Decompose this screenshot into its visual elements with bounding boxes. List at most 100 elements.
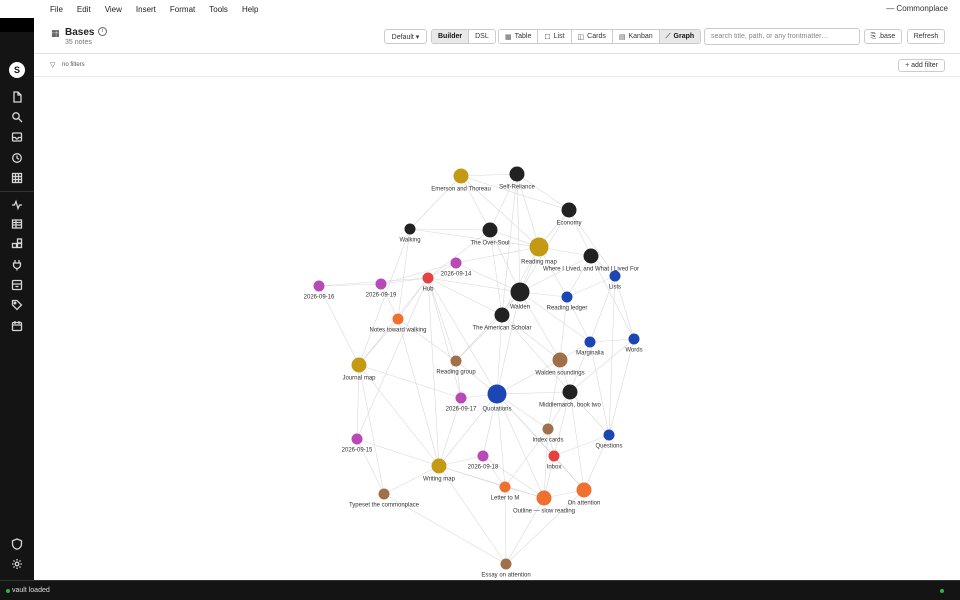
node-dot[interactable] <box>375 278 387 290</box>
node-dot[interactable] <box>529 237 549 257</box>
node-dot[interactable] <box>583 248 599 264</box>
base-file-button[interactable]: ⎘ .base <box>864 29 902 44</box>
plug-icon[interactable] <box>11 258 23 271</box>
graph-node-questions[interactable]: Questions <box>595 429 623 450</box>
node-dot[interactable] <box>609 270 621 282</box>
inbox-icon[interactable] <box>11 130 23 142</box>
node-dot[interactable] <box>450 257 462 269</box>
menu-file[interactable]: File <box>50 5 63 14</box>
plugins-icon[interactable] <box>11 237 23 249</box>
node-dot[interactable] <box>510 282 530 302</box>
refresh-button[interactable]: Refresh <box>907 29 945 44</box>
settings-icon[interactable] <box>11 557 23 569</box>
node-dot[interactable] <box>313 280 325 292</box>
node-dot[interactable] <box>378 488 390 500</box>
info-icon[interactable]: i <box>98 27 107 36</box>
node-dot[interactable] <box>477 450 489 462</box>
avatar[interactable]: S <box>9 62 25 78</box>
node-dot[interactable] <box>450 355 462 367</box>
graph-canvas[interactable]: Emerson and Thoreau Self-Reliance Economy W… <box>34 78 960 579</box>
menu-edit[interactable]: Edit <box>77 5 91 14</box>
graph-node-walking[interactable]: Walking <box>399 223 421 244</box>
node-dot[interactable] <box>576 482 592 498</box>
menu-insert[interactable]: Insert <box>136 5 156 14</box>
search-icon[interactable] <box>11 110 23 123</box>
node-dot[interactable] <box>542 423 554 435</box>
graph-node-readingmap[interactable]: Reading map <box>521 237 558 266</box>
graph-node-d0916[interactable]: 2026-09-16 <box>304 280 335 301</box>
node-dot[interactable] <box>499 481 511 493</box>
node-dot[interactable] <box>548 450 560 462</box>
graph-node-americanscholar[interactable]: The American Scholar <box>472 307 532 332</box>
file-icon[interactable] <box>11 90 23 103</box>
node-dot[interactable] <box>494 307 510 323</box>
node-dot[interactable] <box>536 490 552 506</box>
graph-node-inbox[interactable]: Inbox <box>547 450 562 471</box>
graph-node-d0918[interactable]: 2026-09-18 <box>468 450 499 471</box>
menu-format[interactable]: Format <box>170 5 195 14</box>
builder-mode-button[interactable]: Builder <box>432 30 470 43</box>
graph-node-readinggroup[interactable]: Reading group <box>436 355 476 376</box>
menu-view[interactable]: View <box>105 5 122 14</box>
graph-node-typeset[interactable]: Typeset the commonplace <box>349 488 420 509</box>
view-table-button[interactable]: ▦ Table <box>499 30 539 43</box>
graph-node-notestoward[interactable]: Notes toward walking <box>369 313 427 334</box>
menu-tools[interactable]: Tools <box>209 5 228 14</box>
graph-node-d0915[interactable]: 2026-09-15 <box>342 433 373 454</box>
node-dot[interactable] <box>628 333 640 345</box>
graph-node-journalmap[interactable]: Journal map <box>342 357 376 382</box>
graph-node-d0919[interactable]: 2026-09-19 <box>366 278 397 299</box>
graph-node-d0917[interactable]: 2026-09-17 <box>446 392 477 413</box>
graph-node-letterto[interactable]: Letter to M <box>491 481 520 502</box>
history-icon[interactable] <box>11 151 23 163</box>
graph-node-middlemarch[interactable]: Middlemarch, book two <box>539 384 602 409</box>
graph-node-wherelived[interactable]: Where I Lived, and What I Lived For <box>543 248 639 273</box>
graph-node-economy[interactable]: Economy <box>556 202 582 227</box>
archive-icon[interactable] <box>11 278 23 291</box>
node-dot[interactable] <box>392 313 404 325</box>
view-cards-button[interactable]: ◫ Cards <box>571 30 613 43</box>
node-dot[interactable] <box>603 429 615 441</box>
grid-icon[interactable] <box>11 171 23 184</box>
node-dot[interactable] <box>552 352 568 368</box>
graph-node-emerson[interactable]: Emerson and Thoreau <box>431 168 491 193</box>
graph-node-outline[interactable]: Outline — slow reading <box>513 490 575 515</box>
dsl-mode-button[interactable]: DSL <box>469 30 495 43</box>
graph-node-selfreliance[interactable]: Self-Reliance <box>499 166 536 191</box>
node-dot[interactable] <box>453 168 469 184</box>
node-dot[interactable] <box>487 384 507 404</box>
default-view-dropdown[interactable]: Default ▾ <box>384 29 427 44</box>
node-dot[interactable] <box>562 384 578 400</box>
node-dot[interactable] <box>404 223 416 235</box>
activity-icon[interactable] <box>11 198 23 211</box>
calendar-icon[interactable] <box>11 319 23 332</box>
graph-node-lists[interactable]: Lists <box>609 270 621 291</box>
node-dot[interactable] <box>351 357 367 373</box>
node-dot[interactable] <box>561 291 573 303</box>
graph-node-words[interactable]: Words <box>625 333 643 354</box>
graph-node-indexcards[interactable]: Index cards <box>532 423 564 444</box>
add-filter-button[interactable]: + add filter <box>898 59 945 72</box>
view-graph-button[interactable]: ⟋ Graph <box>659 30 701 43</box>
node-dot[interactable] <box>561 202 577 218</box>
shield-icon[interactable] <box>11 537 23 550</box>
view-kanban-button[interactable]: ▤ Kanban <box>612 30 660 43</box>
graph-node-essay[interactable]: Essay on attention <box>481 558 531 579</box>
table-icon[interactable] <box>11 217 23 229</box>
view-list-button[interactable]: ☐ List <box>538 30 572 43</box>
graph-node-onattention[interactable]: On attention <box>568 482 601 507</box>
graph-node-readingledger[interactable]: Reading ledger <box>547 291 588 312</box>
node-dot[interactable] <box>482 222 498 238</box>
node-dot[interactable] <box>431 458 447 474</box>
node-dot[interactable] <box>351 433 363 445</box>
menu-help[interactable]: Help <box>242 5 258 14</box>
node-dot[interactable] <box>584 336 596 348</box>
tag-icon[interactable] <box>11 298 23 311</box>
node-dot[interactable] <box>422 272 434 284</box>
graph-node-d0914[interactable]: 2026-09-14 <box>441 257 472 278</box>
search-input[interactable] <box>704 28 860 45</box>
node-dot[interactable] <box>509 166 525 182</box>
node-dot[interactable] <box>455 392 467 404</box>
graph-svg[interactable]: Emerson and Thoreau Self-Reliance Economy W… <box>34 78 960 579</box>
node-dot[interactable] <box>500 558 512 570</box>
